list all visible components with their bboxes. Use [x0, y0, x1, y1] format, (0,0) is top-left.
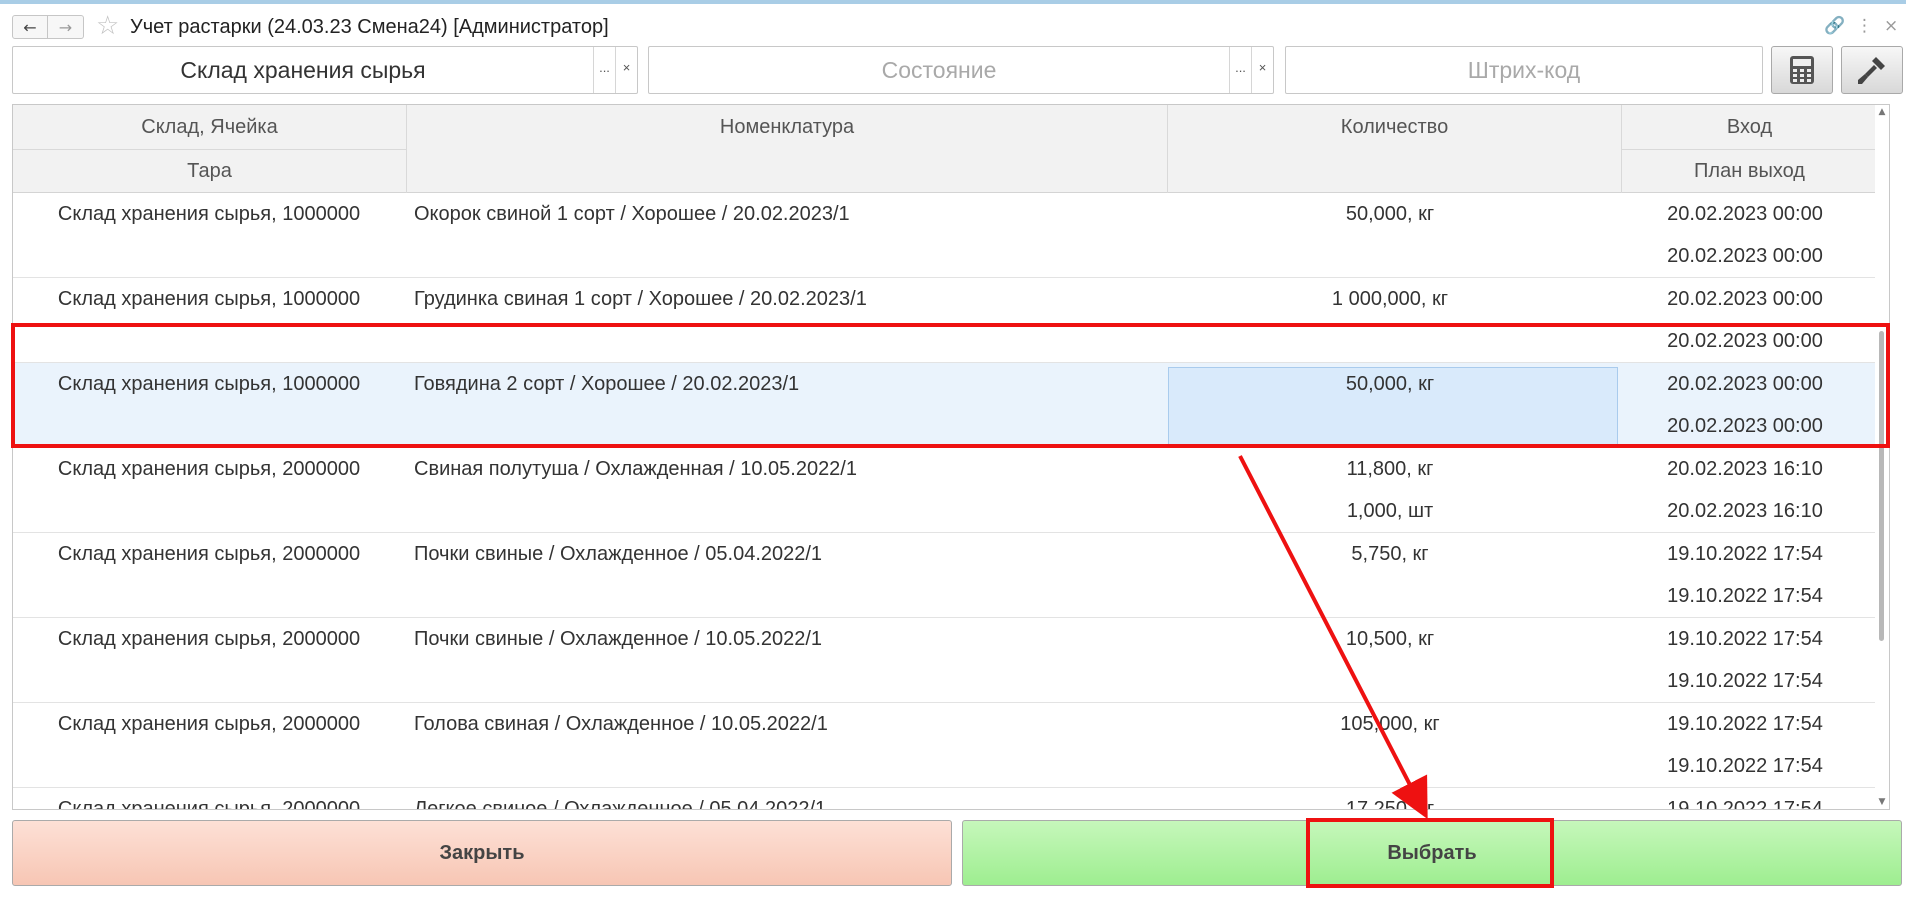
annotation-arrow	[1238, 455, 1428, 820]
